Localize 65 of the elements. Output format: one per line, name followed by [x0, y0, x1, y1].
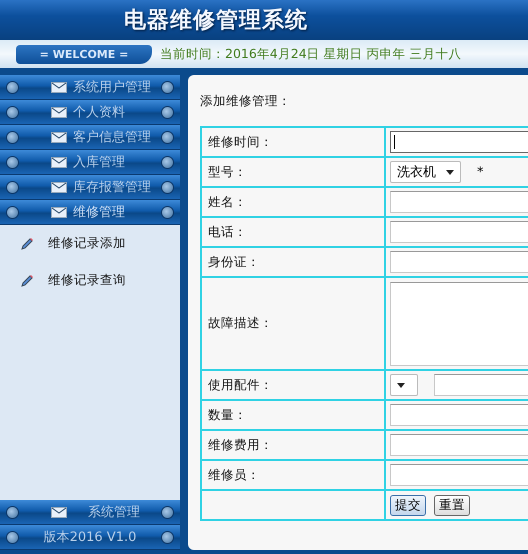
required-mark: *	[477, 164, 484, 180]
knob-icon	[161, 206, 174, 218]
knob-icon	[161, 180, 174, 194]
input-field[interactable]	[390, 404, 528, 426]
welcome-badge: = WELCOME =	[16, 44, 152, 64]
field-label: 型号：	[201, 157, 385, 187]
submit-button[interactable]: 提交	[390, 494, 426, 516]
knob-icon	[6, 206, 19, 218]
field-label: 数量：	[201, 400, 385, 430]
pencil-icon	[20, 274, 34, 288]
envelope-icon	[51, 82, 67, 92]
knob-icon	[6, 156, 19, 168]
knob-icon	[161, 530, 174, 544]
knob-icon	[161, 130, 174, 144]
menu-item[interactable]: 入库管理	[0, 150, 180, 175]
input-field[interactable]	[390, 131, 528, 153]
app-title: 电器维修管理系统	[124, 7, 308, 35]
knob-icon	[6, 530, 19, 544]
knob-icon	[6, 180, 19, 194]
reset-button[interactable]: 重置	[434, 494, 470, 516]
envelope-icon	[51, 206, 67, 218]
dropdown[interactable]	[390, 374, 418, 396]
field-label: 维修费用：	[201, 430, 385, 460]
field-label: 故障描述：	[201, 277, 385, 370]
envelope-icon	[51, 506, 67, 518]
field-label: 姓名：	[201, 187, 385, 217]
field-label: 身份证：	[201, 247, 385, 277]
menu-item[interactable]: 个人资料	[0, 100, 180, 125]
form-title: 添加维修管理：	[200, 93, 292, 110]
knob-icon	[6, 106, 19, 118]
menu-item[interactable]: 维修管理	[0, 200, 180, 225]
input-field[interactable]	[390, 434, 528, 456]
description-textarea[interactable]	[390, 282, 528, 366]
field-label: 维修员：	[201, 460, 385, 490]
knob-icon	[6, 506, 19, 518]
dropdown[interactable]: 洗衣机	[390, 161, 461, 183]
knob-icon	[6, 130, 19, 144]
knob-icon	[161, 506, 174, 518]
input-field[interactable]	[390, 464, 528, 486]
menu-item[interactable]: 系统管理	[0, 500, 180, 525]
field-label: 维修时间：	[201, 127, 385, 157]
input-field[interactable]	[390, 251, 528, 273]
submenu-item[interactable]: 维修记录查询	[20, 272, 180, 289]
envelope-icon	[51, 182, 67, 192]
input-field[interactable]	[390, 191, 528, 213]
dropdown-arrow-icon	[446, 170, 454, 174]
menu-item[interactable]: 库存报警管理	[0, 175, 180, 200]
menu-item[interactable]: 客户信息管理	[0, 125, 180, 150]
input-field[interactable]	[390, 221, 528, 243]
knob-icon	[6, 80, 19, 94]
version-bar: 版本2016 V1.0	[0, 525, 180, 550]
field-label: 电话：	[201, 217, 385, 247]
envelope-icon	[51, 156, 67, 168]
input-field[interactable]	[434, 374, 528, 396]
dropdown-arrow-icon	[397, 382, 405, 388]
knob-icon	[161, 80, 174, 94]
knob-icon	[161, 106, 174, 118]
knob-icon	[161, 156, 174, 168]
field-label: 使用配件：	[201, 370, 385, 400]
current-time-text: 当前时间：2016年4月24日 星期日 丙申年 三月十八	[160, 46, 462, 62]
menu-item[interactable]: 系统用户管理	[0, 75, 180, 100]
envelope-icon	[51, 132, 67, 142]
submenu-item[interactable]: 维修记录添加	[20, 235, 180, 252]
pencil-icon	[20, 236, 34, 250]
envelope-icon	[51, 106, 67, 118]
